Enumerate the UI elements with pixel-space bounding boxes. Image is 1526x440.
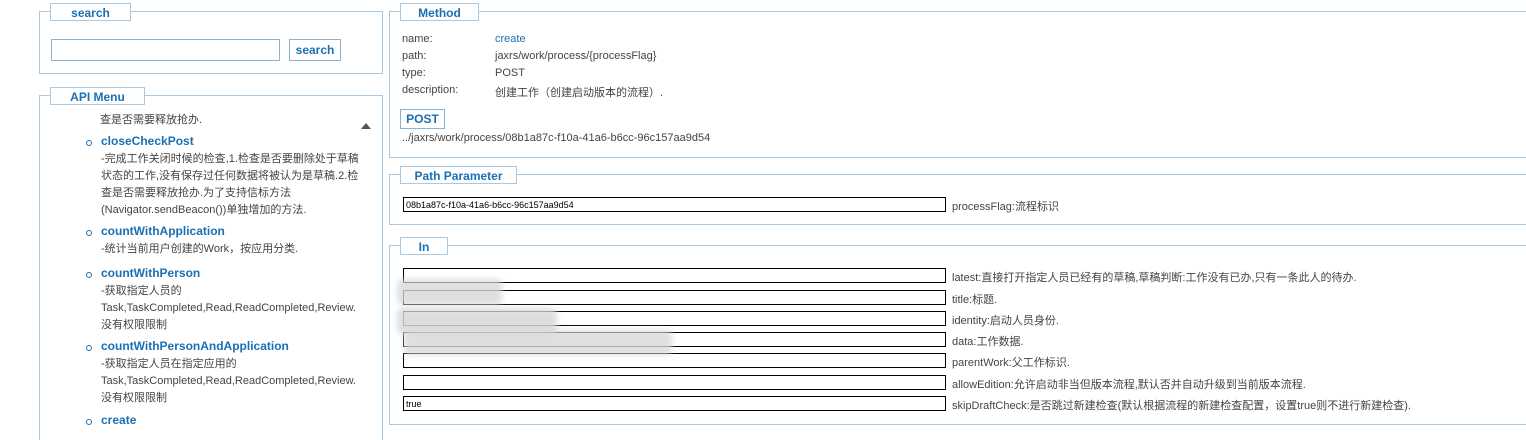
title-label: title:标题. bbox=[952, 294, 998, 306]
api-link-create[interactable]: create bbox=[101, 413, 136, 427]
allowEdition-input[interactable] bbox=[403, 375, 946, 390]
description-label: description: bbox=[402, 84, 459, 96]
api-description: -完成工作关闭时候的检查,1.检查是否要删除处于草稿状态的工作,没有保存过任何数… bbox=[101, 153, 358, 216]
processFlag-label: processFlag:流程标识 bbox=[952, 201, 1059, 213]
description-value: 创建工作（创建启动版本的流程）. bbox=[495, 87, 664, 99]
bullet-icon bbox=[86, 140, 92, 146]
api-menu-panel: API Menu 查是否需要释放抢办. closeCheckPost -完成工作… bbox=[39, 87, 383, 440]
allowEdition-label: allowEdition:允许启动非当但版本流程,默认否并自动升级到当前版本流程… bbox=[952, 379, 1306, 391]
api-description: -获取指定人员在指定应用的Task,TaskCompleted,Read,Rea… bbox=[101, 358, 356, 404]
scroll-up-arrow-icon[interactable] bbox=[361, 123, 371, 129]
api-link-countWithPerson[interactable]: countWithPerson bbox=[101, 266, 200, 280]
redaction-blur bbox=[404, 330, 672, 355]
api-menu-legend: API Menu bbox=[50, 87, 145, 105]
in-legend: In bbox=[400, 237, 448, 255]
parentWork-input[interactable] bbox=[403, 353, 946, 368]
bullet-icon bbox=[86, 345, 92, 351]
post-button[interactable]: POST bbox=[400, 109, 445, 129]
method-panel: Method name: create path: jaxrs/work/pro… bbox=[389, 3, 1526, 158]
bullet-icon bbox=[86, 230, 92, 236]
search-panel: search search bbox=[39, 3, 383, 74]
api-link-closeCheckPost[interactable]: closeCheckPost bbox=[101, 134, 194, 148]
list-item-truncated-text: 查是否需要释放抢办. bbox=[100, 114, 203, 126]
search-button[interactable]: search bbox=[289, 39, 341, 61]
identity-label: identity:启动人员身份. bbox=[952, 315, 1059, 327]
redaction-blur bbox=[397, 279, 502, 305]
path-value: jaxrs/work/process/{processFlag} bbox=[495, 50, 657, 62]
api-description: -获取指定人员的Task,TaskCompleted,Read,ReadComp… bbox=[101, 285, 356, 331]
api-link-countWithPersonAndApplication[interactable]: countWithPersonAndApplication bbox=[101, 339, 289, 353]
skipDraftCheck-label: skipDraftCheck:是否跳过新建检查(默认根据流程的新建检查配置，设置… bbox=[952, 400, 1411, 412]
type-label: type: bbox=[402, 67, 426, 79]
processFlag-input[interactable] bbox=[403, 197, 946, 212]
request-url: ../jaxrs/work/process/08b1a87c-f10a-41a6… bbox=[402, 132, 711, 144]
name-label: name: bbox=[402, 33, 433, 45]
type-value: POST bbox=[495, 67, 525, 79]
search-legend: search bbox=[50, 3, 131, 21]
search-input[interactable] bbox=[51, 39, 280, 61]
data-label: data:工作数据. bbox=[952, 336, 1024, 348]
method-legend: Method bbox=[400, 3, 479, 21]
latest-label: latest:直接打开指定人员已经有的草稿,草稿判断:工作没有已办,只有一条此人… bbox=[952, 272, 1357, 284]
parentWork-label: parentWork:父工作标识. bbox=[952, 357, 1070, 369]
path-parameter-legend: Path Parameter bbox=[400, 166, 517, 184]
api-link-countWithApplication[interactable]: countWithApplication bbox=[101, 224, 225, 238]
path-label: path: bbox=[402, 50, 427, 62]
api-menu-list[interactable]: 查是否需要释放抢办. closeCheckPost -完成工作关闭时候的检查,1… bbox=[40, 108, 358, 438]
name-value: create bbox=[495, 33, 526, 45]
api-description: -统计当前用户创建的Work，按应用分类. bbox=[101, 243, 299, 255]
path-parameter-panel: Path Parameter processFlag:流程标识 bbox=[389, 166, 1526, 225]
in-panel: In latest:直接打开指定人员已经有的草稿,草稿判断:工作没有已办,只有一… bbox=[389, 237, 1526, 425]
bullet-icon bbox=[86, 419, 92, 425]
skipDraftCheck-input[interactable] bbox=[403, 396, 946, 411]
bullet-icon bbox=[86, 272, 92, 278]
